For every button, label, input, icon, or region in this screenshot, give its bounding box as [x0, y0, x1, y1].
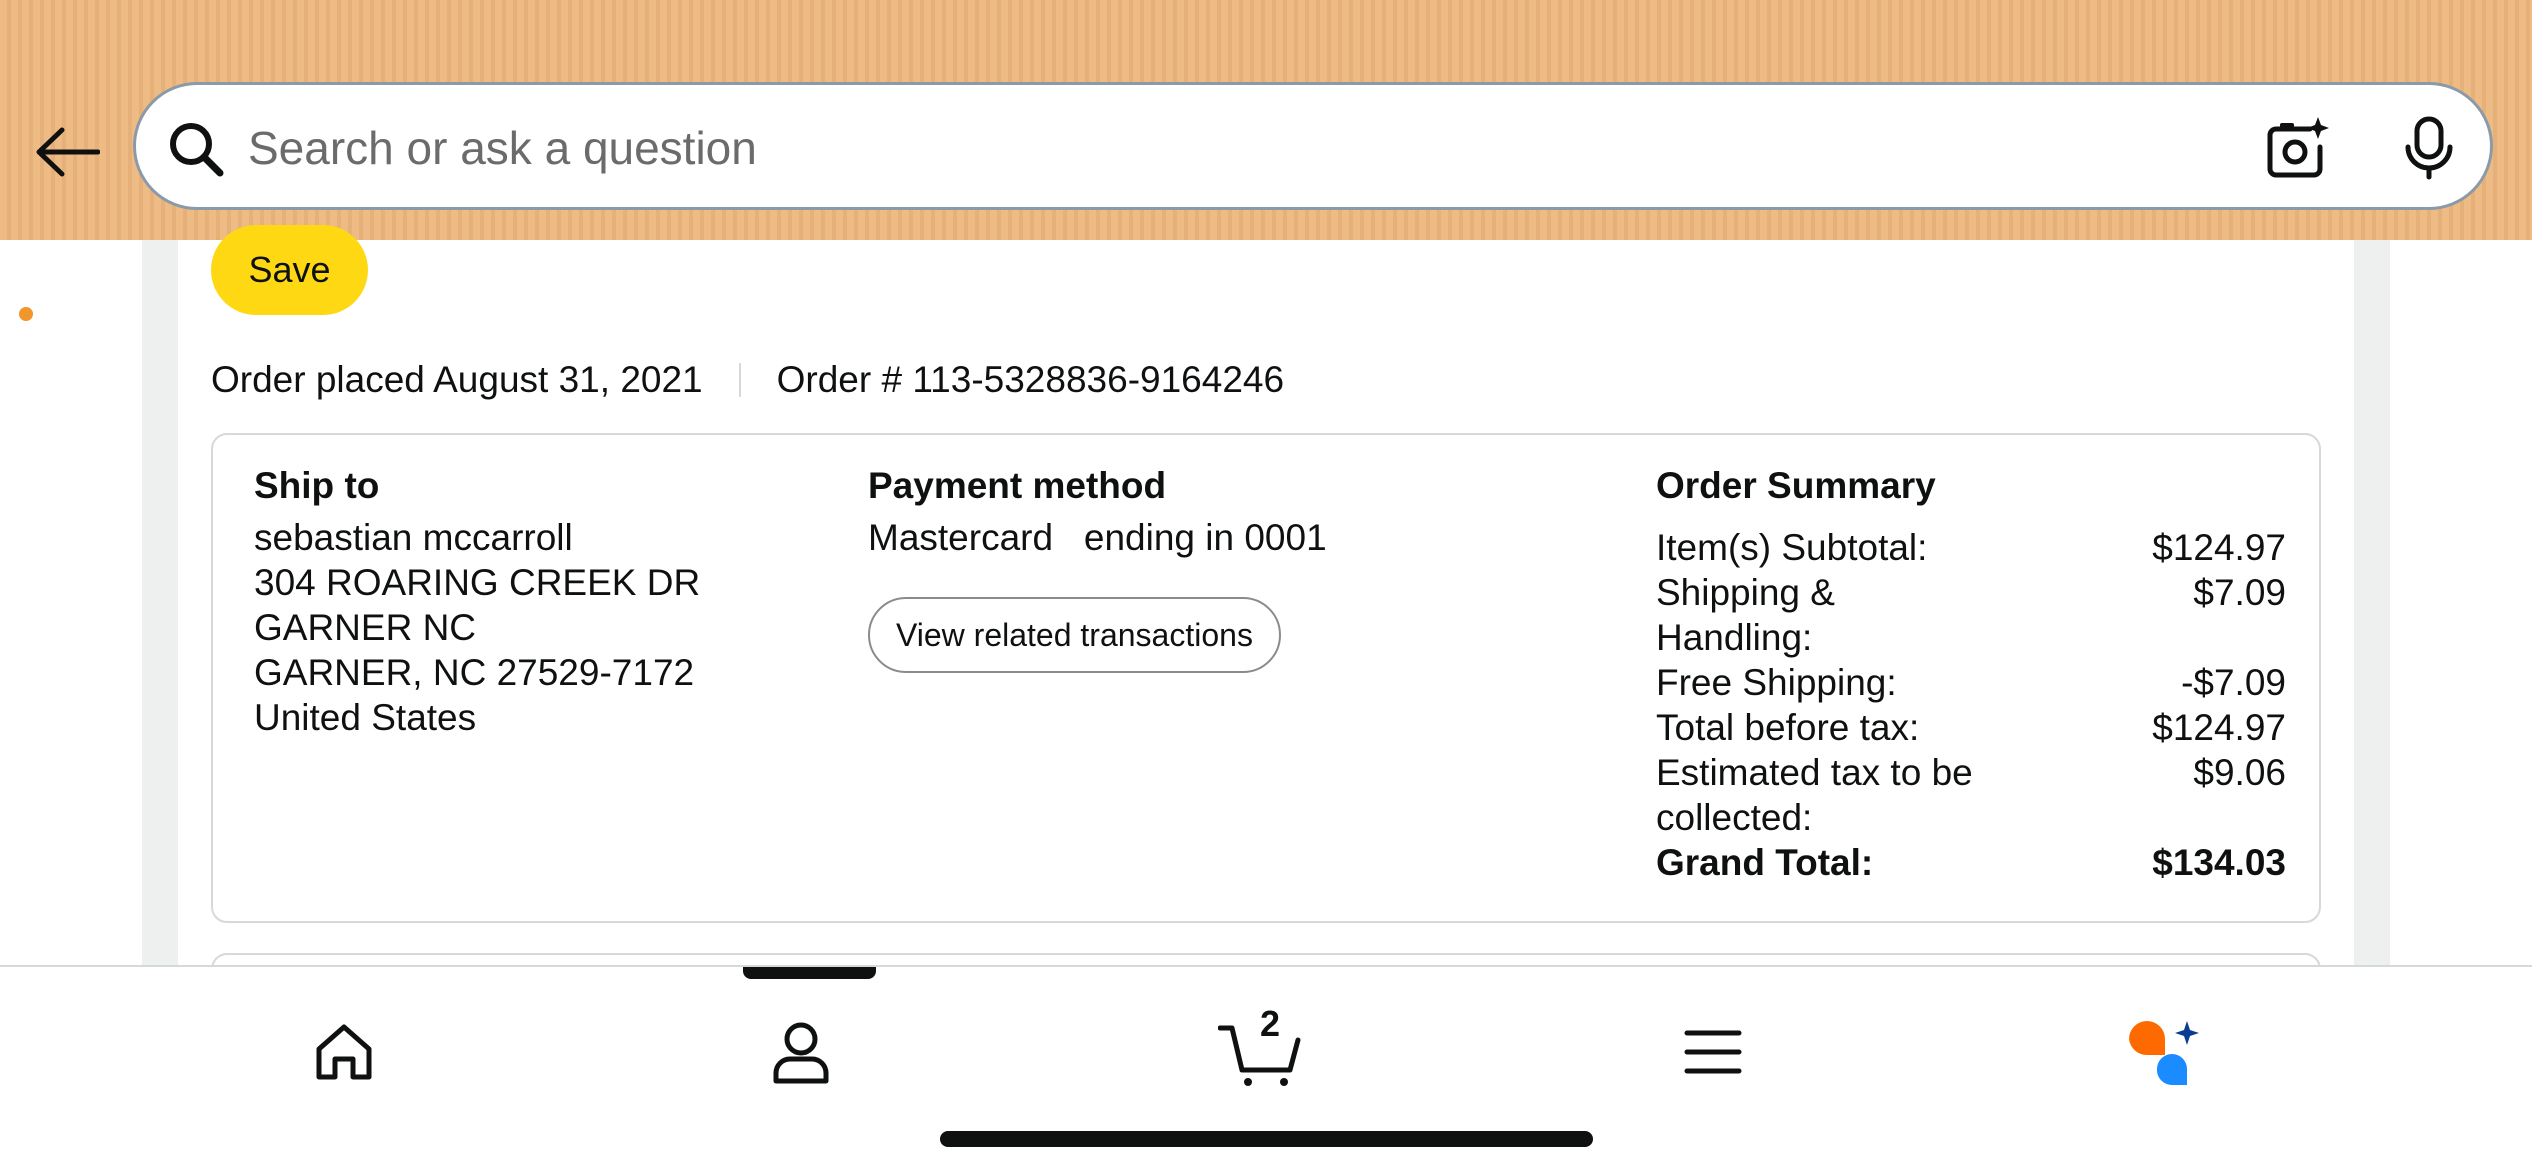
ship-to-city: GARNER NC	[254, 607, 477, 648]
order-details-box: Ship to sebastian mccarroll 304 ROARING …	[211, 433, 2321, 923]
ship-to-city-zip: GARNER, NC 27529-7172	[254, 652, 695, 693]
ship-to-title: Ship to	[254, 465, 380, 506]
active-tab-indicator	[743, 967, 876, 979]
summary-value: -$7.09	[2181, 662, 2286, 703]
home-icon	[316, 1024, 372, 1080]
ship-to-name: sebastian mccarroll	[254, 517, 573, 558]
summary-value: $9.06	[2193, 752, 2286, 793]
search-input[interactable]	[246, 109, 2150, 187]
summary-row: Item(s) Subtotal: $124.97	[1656, 525, 2286, 570]
search-bar[interactable]	[133, 82, 2493, 210]
view-related-transactions-button[interactable]: View related transactions	[868, 597, 1281, 673]
order-summary-title: Order Summary	[1656, 465, 1936, 506]
summary-row: Free Shipping: -$7.09	[1656, 660, 2286, 705]
save-button[interactable]: Save	[211, 225, 368, 315]
summary-label: Total before tax:	[1656, 707, 1920, 748]
summary-label: Item(s) Subtotal:	[1656, 527, 1928, 568]
cart-count-badge: 2	[1260, 1003, 1281, 1044]
nav-account[interactable]	[756, 1007, 846, 1097]
menu-icon	[1684, 1030, 1742, 1074]
order-number: Order # 113-5328836-9164246	[776, 359, 1285, 400]
grand-total-value: $134.03	[2152, 842, 2286, 883]
payment-method: Mastercard ending in 0001	[868, 517, 1327, 558]
summary-row: Estimated tax to be collected: $9.06	[1656, 750, 2286, 840]
right-gutter	[2354, 240, 2390, 965]
summary-row: Shipping & Handling: $7.09	[1656, 570, 2286, 660]
payment-title: Payment method	[868, 465, 1167, 506]
top-header	[0, 0, 2532, 240]
summary-value: $124.97	[2152, 707, 2286, 748]
summary-value: $124.97	[2152, 527, 2286, 568]
summary-row: Total before tax: $124.97	[1656, 705, 2286, 750]
camera-search-icon[interactable]	[2264, 115, 2330, 181]
summary-label: Shipping & Handling:	[1656, 572, 1835, 658]
search-icon	[170, 123, 224, 177]
back-button[interactable]	[30, 115, 104, 189]
order-info: Order placed August 31, 2021 Order # 113…	[211, 355, 1284, 405]
left-gutter	[142, 240, 178, 965]
divider	[738, 363, 741, 397]
home-indicator	[940, 1131, 1593, 1147]
ship-to-street: 304 ROARING CREEK DR	[254, 562, 701, 603]
indicator-dot	[19, 307, 33, 321]
summary-label: Free Shipping:	[1656, 662, 1897, 703]
grand-total-row: Grand Total: $134.03	[1656, 840, 2286, 885]
order-placed-date: Order placed August 31, 2021	[211, 359, 703, 400]
back-arrow-icon	[36, 127, 100, 177]
nav-rufus[interactable]	[2120, 1007, 2210, 1097]
microphone-icon[interactable]	[2396, 115, 2462, 181]
rufus-icon	[2129, 1021, 2199, 1085]
grand-total-label: Grand Total:	[1656, 842, 1874, 883]
nav-home[interactable]	[299, 1007, 389, 1097]
nav-cart[interactable]: 2	[1210, 1003, 1310, 1097]
summary-value: $7.09	[2193, 572, 2286, 613]
summary-label: Estimated tax to be collected:	[1656, 752, 1973, 838]
ship-to-country: United States	[254, 697, 477, 738]
nav-menu[interactable]	[1668, 1007, 1758, 1097]
account-icon	[773, 1022, 829, 1084]
